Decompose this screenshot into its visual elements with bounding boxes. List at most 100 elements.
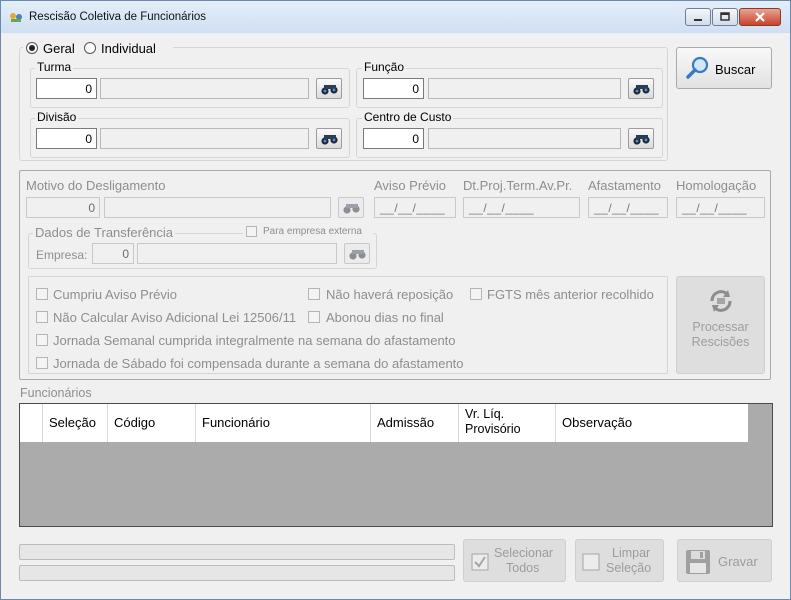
selecionar-todos-button[interactable]: Selecionar Todos [463,539,566,582]
centro-custo-search-button[interactable] [628,128,654,149]
radio-individual-label: Individual [101,41,156,56]
column-codigo[interactable]: Código [108,404,196,442]
nao-calcular-aviso-checkbox[interactable] [36,311,48,323]
divisao-search-button[interactable] [316,128,342,149]
jornada-sabado-checkbox[interactable] [36,357,48,369]
abonou-dias-checkbox[interactable] [308,311,320,323]
divisao-desc-field [100,128,309,149]
minimize-button[interactable] [685,8,711,26]
funcao-label: Função [362,60,407,74]
checkbox-checked-icon [471,553,489,571]
funcao-code-input[interactable]: 0 [363,78,424,99]
funcao-desc-field [428,78,621,99]
empresa-externa-checkbox[interactable] [246,226,257,237]
centro-custo-desc-field [428,128,621,149]
main-window: Rescisão Coletiva de Funcionários Geral … [0,0,791,600]
row-header-column [20,404,43,442]
motivo-desc-field [104,197,331,218]
afastamento-input[interactable]: __/__/____ [588,197,668,218]
motivo-search-button[interactable] [338,197,364,218]
centro-custo-code-input[interactable]: 0 [363,128,424,149]
close-button[interactable] [739,8,781,26]
app-icon [10,13,22,22]
column-funcionario[interactable]: Funcionário [196,404,371,442]
close-icon [755,12,765,22]
refresh-money-icon [710,290,732,312]
binoculars-icon [633,135,650,145]
funcionarios-grid[interactable]: Seleção Código Funcionário Admissão Vr. … [19,403,773,527]
turma-code-input[interactable]: 0 [36,78,97,99]
jornada-semanal-checkbox[interactable] [36,334,48,346]
magnifier-icon [686,56,709,79]
turma-label: Turma [35,60,74,74]
turma-desc-field [100,78,309,99]
binoculars-icon [633,85,650,95]
aviso-previo-label: Aviso Prévio [374,178,447,193]
empresa-desc-field [137,243,337,264]
checkbox-empty-icon [582,553,600,571]
cumpriu-aviso-label: Cumpriu Aviso Prévio [53,287,178,302]
abonou-dias-label: Abonou dias no final [326,310,444,325]
radio-geral-label: Geral [43,41,75,56]
gravar-button[interactable]: Gravar [677,539,772,582]
column-selecao[interactable]: Seleção [43,404,108,442]
centro-custo-label: Centro de Custo [362,110,454,124]
gravar-label: Gravar [718,554,758,569]
jornada-sabado-label: Jornada de Sábado foi compensada durante… [53,356,464,371]
motivo-code-input[interactable]: 0 [26,197,100,218]
homologacao-label: Homologação [676,178,757,193]
buscar-label: Buscar [715,62,756,77]
column-admissao[interactable]: Admissão [371,404,459,442]
fgts-checkbox[interactable] [470,288,482,300]
column-vr-liq-line-1: Vr. Líq. [465,407,505,421]
processar-label-1: Processar [692,320,749,334]
dt-proj-label: Dt.Proj.Term.Av.Pr. [463,178,573,193]
nao-havera-reposicao-checkbox[interactable] [308,288,320,300]
empresa-code-input[interactable]: 0 [92,243,134,264]
empresa-label: Empresa: [36,248,88,262]
homologacao-input[interactable]: __/__/____ [676,197,765,218]
title-bar: Rescisão Coletiva de Funcionários [1,1,790,33]
processar-rescisoes-button[interactable]: Processar Rescisões [676,276,765,374]
binoculars-icon [321,135,338,145]
transferencia-label: Dados de Transferência [33,225,176,240]
buscar-button[interactable]: Buscar [676,47,772,89]
column-vr-liq-line-2: Provisório [465,422,521,436]
empresa-search-button[interactable] [344,243,370,264]
nao-havera-reposicao-label: Não haverá reposição [326,287,454,302]
client-area: Geral Individual Turma 0 Função 0 Divisã… [6,33,785,596]
grid-header: Seleção Código Funcionário Admissão Vr. … [20,404,748,442]
progress-bar-2 [19,565,455,581]
maximize-icon [720,12,730,21]
funcao-search-button[interactable] [628,78,654,99]
limpar-label-2: Seleção [606,561,652,575]
limpar-label-1: Limpar [612,546,651,560]
nao-calcular-aviso-label: Não Calcular Aviso Adicional Lei 12506/1… [53,310,297,325]
fgts-label: FGTS mês anterior recolhido [487,287,654,302]
column-vr-liq[interactable]: Vr. Líq. Provisório [459,404,556,442]
turma-search-button[interactable] [316,78,342,99]
funcionarios-label: Funcionários [20,386,92,400]
minimize-icon [694,19,702,21]
progress-bar-1 [19,544,455,560]
binoculars-icon [349,250,366,260]
selecionar-label-1: Selecionar [494,546,554,560]
binoculars-icon [321,85,338,95]
jornada-semanal-label: Jornada Semanal cumprida integralmente n… [53,333,456,348]
aviso-previo-input[interactable]: __/__/____ [374,197,456,218]
limpar-selecao-button[interactable]: Limpar Seleção [575,539,664,582]
radio-geral[interactable] [26,42,38,54]
save-disk-icon [686,550,710,574]
cumpriu-aviso-checkbox[interactable] [36,288,48,300]
window-title: Rescisão Coletiva de Funcionários [29,11,207,23]
maximize-button[interactable] [712,8,738,26]
afastamento-label: Afastamento [588,178,661,193]
column-observacao[interactable]: Observação [556,404,748,442]
radio-individual[interactable] [84,42,96,54]
divisao-label: Divisão [35,110,79,124]
motivo-label: Motivo do Desligamento [26,178,166,193]
empresa-externa-label: Para empresa externa [263,226,362,237]
divisao-code-input[interactable]: 0 [36,128,97,149]
dt-proj-input[interactable]: __/__/____ [463,197,580,218]
binoculars-icon [343,204,360,214]
